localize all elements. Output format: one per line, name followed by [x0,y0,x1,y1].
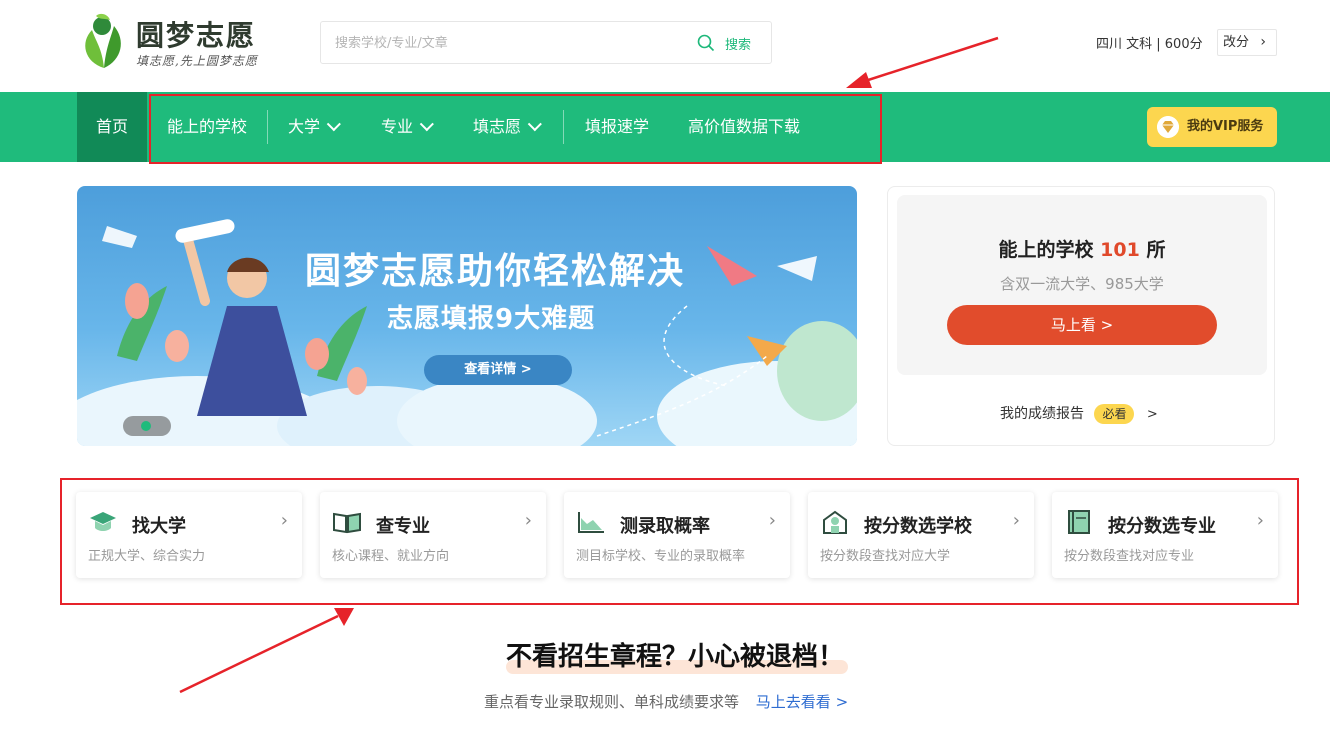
view-now-button[interactable]: 马上看 > [947,305,1217,345]
banner-details-button[interactable]: 查看详情 > [424,355,572,385]
search-bar: 搜索 [320,21,772,64]
promo-subtitle: 重点看专业录取规则、单科成绩要求等 马上去看看 > [484,691,848,712]
nav-item-home[interactable]: 首页 [77,92,147,162]
promo-banner[interactable]: 圆梦志愿助你轻松解决 志愿填报9大难题 查看详情 > [77,186,857,446]
reachable-schools-count: 101 [1100,239,1140,261]
carousel-dot-active[interactable] [141,421,151,431]
header: 圆梦志愿 填志愿,先上圆梦志愿 搜索 四川 文科 | 600分 改分 › [0,0,1330,92]
change-score-button[interactable]: 改分 › [1217,29,1277,56]
vip-service-label: 我的VIP服务 [1187,119,1264,134]
promo-link[interactable]: 马上去看看 > [756,693,848,711]
search-button[interactable]: 搜索 [725,34,751,53]
reachable-schools-card: 能上的学校 101 所 含双一流大学、985大学 马上看 > 我的成绩报告 必看… [887,186,1275,446]
annotation-box-nav [149,94,882,164]
score-report-link[interactable]: 我的成绩报告 必看 > [1000,403,1158,424]
logo-leaf-icon [85,13,121,68]
chevron-right-icon: > [1146,407,1158,422]
reachable-schools-subtitle: 含双一流大学、985大学 [1000,275,1164,293]
must-read-badge: 必看 [1094,404,1135,424]
reachable-schools-panel: 能上的学校 101 所 含双一流大学、985大学 马上看 > [897,195,1267,375]
vip-service-button[interactable]: 我的VIP服务 [1147,107,1277,147]
change-score-label: 改分 [1223,35,1250,50]
logo[interactable]: 圆梦志愿 填志愿,先上圆梦志愿 [78,12,278,74]
banner-subtitle: 志愿填报9大难题 [387,304,596,334]
score-info: 四川 文科 | 600分 [1096,37,1203,52]
banner-title: 圆梦志愿助你轻松解决 [305,251,686,292]
vip-diamond-icon [1157,116,1179,138]
search-icon[interactable] [697,34,715,52]
reachable-schools-label: 能上的学校 [998,239,1094,261]
score-report-label: 我的成绩报告 [1000,406,1084,422]
reachable-schools-unit: 所 [1146,239,1166,261]
chevron-right-icon: › [1260,34,1266,50]
promo-title: 不看招生章程？小心被退档！ [505,642,844,672]
carousel-indicator[interactable] [123,416,171,436]
promo-subtitle-text: 重点看专业录取规则、单科成绩要求等 [484,693,740,711]
logo-slogan: 填志愿,先上圆梦志愿 [136,54,258,68]
reachable-schools-title: 能上的学校 101 所 [897,235,1267,262]
search-input[interactable] [335,32,695,54]
annotation-box-features [60,478,1299,605]
logo-title: 圆梦志愿 [136,19,257,52]
